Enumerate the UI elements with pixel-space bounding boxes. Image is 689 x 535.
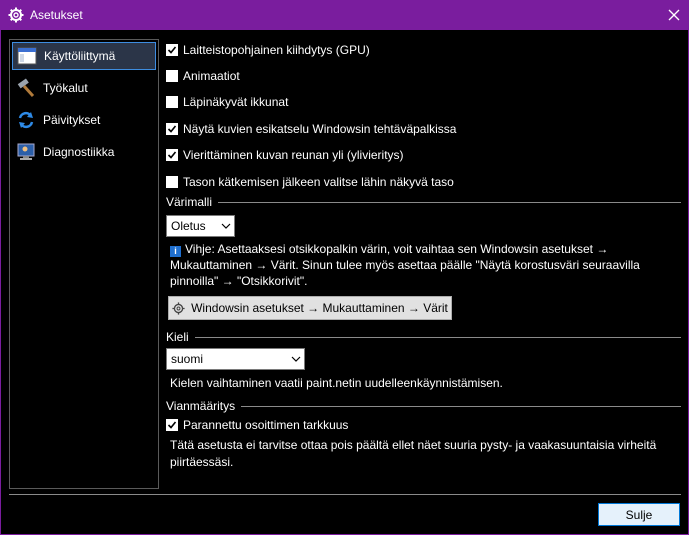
settings-sidebar: Käyttöliittymä Työkalut Päivitykset Diag… — [9, 39, 159, 489]
gpu-label: Laitteistopohjainen kiihdytys (GPU) — [183, 43, 370, 57]
animations-label: Animaatiot — [183, 69, 240, 83]
hint-text: Vihje: Asettaaksesi otsikkopalkin värin,… — [170, 242, 640, 288]
close-button[interactable]: Sulje — [598, 503, 680, 526]
refresh-icon — [15, 109, 37, 131]
sidebar-item-diagnostiikka[interactable]: Diagnostiikka — [12, 138, 156, 166]
language-note: Kielen vaihtaminen vaatii paint.netin uu… — [170, 376, 503, 390]
sidebar-item-label: Diagnostiikka — [43, 145, 115, 159]
sidebar-item-label: Käyttöliittymä — [44, 49, 116, 63]
layer-checkbox-row[interactable]: Tason kätkemisen jälkeen valitse lähin n… — [166, 173, 454, 191]
settings-window: Asetukset Käyttöliittymä Työkalut Päivit… — [0, 0, 689, 535]
pointer-precision-label: Parannettu osoittimen tarkkuus — [183, 418, 349, 432]
sidebar-item-label: Päivitykset — [43, 113, 101, 127]
sidebar-item-paivitykset[interactable]: Päivitykset — [12, 106, 156, 134]
layer-checkbox[interactable] — [166, 176, 178, 188]
checkmark-icon — [167, 421, 177, 429]
section-divider — [218, 201, 681, 203]
animations-checkbox[interactable] — [166, 70, 178, 82]
transparent-label: Läpinäkyvät ikkunat — [183, 95, 289, 109]
language-select[interactable]: suomi — [166, 348, 305, 370]
checkmark-icon — [167, 125, 177, 133]
layer-label: Tason kätkemisen jälkeen valitse lähin n… — [183, 175, 454, 189]
sidebar-item-tyokalut[interactable]: Työkalut — [12, 74, 156, 102]
pointer-precision-checkbox[interactable] — [166, 419, 178, 431]
gpu-checkbox[interactable] — [166, 44, 178, 56]
thumbnails-label: Näytä kuvien esikatselu Windowsin tehtäv… — [183, 122, 457, 136]
animations-checkbox-row[interactable]: Animaatiot — [166, 67, 240, 85]
colorscheme-section-header: Värimalli — [166, 195, 681, 209]
section-title: Kieli — [166, 330, 189, 344]
gear-icon — [8, 7, 24, 23]
windows-settings-button[interactable]: Windowsin asetukset → Mukauttaminen → Vä… — [168, 296, 452, 320]
colorscheme-hint: i Vihje: Asettaaksesi otsikkopalkin värin… — [170, 241, 650, 289]
overscroll-checkbox[interactable] — [166, 149, 178, 161]
sidebar-item-label: Työkalut — [43, 81, 88, 95]
checkmark-icon — [167, 46, 177, 54]
hammer-icon — [15, 77, 37, 99]
close-icon — [668, 9, 680, 21]
close-window-button[interactable] — [659, 0, 689, 30]
select-value: suomi — [171, 352, 204, 366]
chevron-down-icon — [218, 223, 234, 229]
footer-divider — [9, 494, 681, 495]
select-value: Oletus — [171, 219, 206, 233]
dialog-body: Käyttöliittymä Työkalut Päivitykset Diag… — [1, 30, 688, 534]
colorscheme-select[interactable]: Oletus — [166, 215, 235, 237]
button-label: Sulje — [625, 507, 653, 522]
pointer-precision-checkbox-row[interactable]: Parannettu osoittimen tarkkuus — [166, 416, 348, 434]
monitor-icon — [15, 141, 37, 163]
transparent-checkbox[interactable] — [166, 96, 178, 108]
diagnostics-note: Tätä asetusta ei tarvitse ottaa pois pää… — [170, 438, 657, 469]
thumbnails-checkbox[interactable] — [166, 123, 178, 135]
chevron-down-icon — [288, 356, 304, 362]
overscroll-checkbox-row[interactable]: Vierittäminen kuvan reunan yli (ylivieri… — [166, 146, 404, 164]
gear-icon — [172, 301, 185, 315]
gpu-checkbox-row[interactable]: Laitteistopohjainen kiihdytys (GPU) — [166, 41, 370, 59]
window-icon — [16, 45, 38, 67]
section-title: Värimalli — [166, 195, 213, 209]
overscroll-label: Vierittäminen kuvan reunan yli (ylivieri… — [183, 148, 404, 162]
sidebar-item-kayttoliittyma[interactable]: Käyttöliittymä — [12, 42, 156, 70]
thumbnails-checkbox-row[interactable]: Näytä kuvien esikatselu Windowsin tehtäv… — [166, 120, 456, 138]
section-divider — [241, 405, 681, 407]
info-icon: i — [170, 246, 181, 257]
diagnostics-section-header: Vianmääritys — [166, 399, 681, 413]
window-title: Asetukset — [30, 8, 83, 22]
language-section-header: Kieli — [166, 330, 681, 344]
title-bar[interactable]: Asetukset — [0, 0, 689, 30]
section-title: Vianmääritys — [166, 399, 236, 413]
section-divider — [194, 336, 681, 338]
checkmark-icon — [167, 151, 177, 159]
transparent-checkbox-row[interactable]: Läpinäkyvät ikkunat — [166, 93, 288, 111]
button-label: Windowsin asetukset → Mukauttaminen → Vä… — [191, 301, 448, 315]
